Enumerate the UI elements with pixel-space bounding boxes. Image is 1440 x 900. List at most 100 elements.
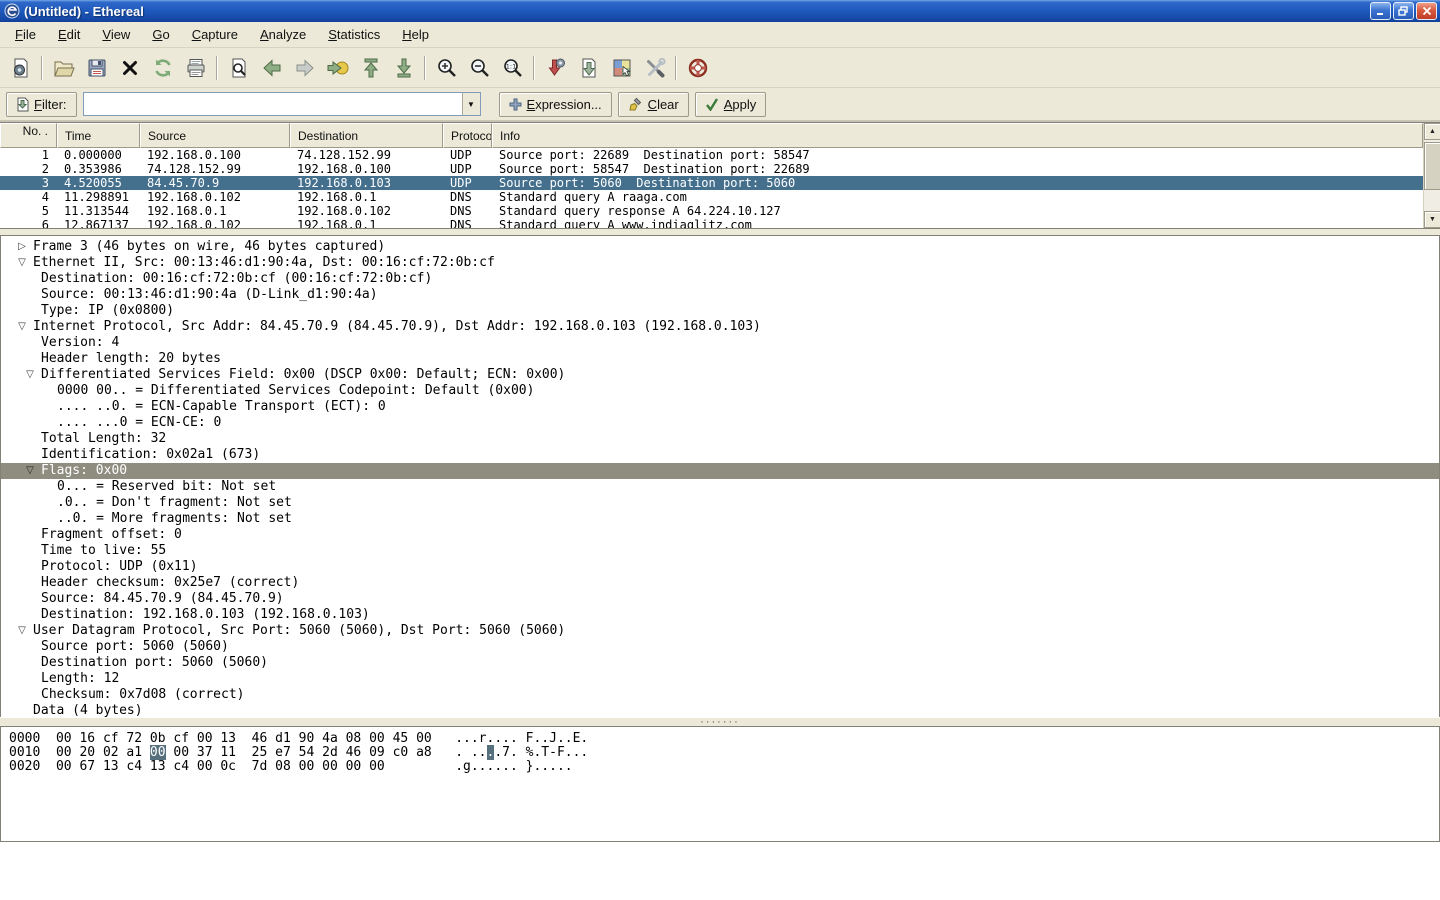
scroll-down-icon[interactable]: ▼ bbox=[1424, 211, 1440, 228]
reload-capture-icon[interactable] bbox=[146, 52, 179, 84]
packet-row[interactable]: 10.000000192.168.0.10074.128.152.99UDPSo… bbox=[0, 148, 1423, 162]
expander-expanded-icon[interactable]: ▽ bbox=[11, 319, 33, 335]
close-button[interactable] bbox=[1416, 2, 1437, 20]
clear-button[interactable]: Clear bbox=[618, 92, 689, 117]
detail-line[interactable]: Data (4 bytes) bbox=[1, 703, 1439, 717]
menu-file[interactable]: File bbox=[4, 24, 47, 45]
protocol-cell: DNS bbox=[443, 204, 492, 218]
menu-analyze[interactable]: Analyze bbox=[249, 24, 317, 45]
filter-combobox[interactable]: ▼ bbox=[83, 92, 481, 116]
titlebar[interactable]: (Untitled) - Ethereal bbox=[0, 0, 1440, 22]
detail-line[interactable]: ▽Flags: 0x00 bbox=[1, 463, 1439, 479]
display-filters-icon[interactable] bbox=[572, 52, 605, 84]
detail-text: Data (4 bytes) bbox=[33, 703, 143, 717]
coloring-rules-icon[interactable] bbox=[605, 52, 638, 84]
column-header-source[interactable]: Source bbox=[140, 123, 290, 148]
detail-line[interactable]: Header length: 20 bytes bbox=[1, 351, 1439, 367]
expander-collapsed-icon[interactable]: ▷ bbox=[11, 239, 33, 255]
hex-row[interactable]: 0000 00 16 cf 72 0b cf 00 13 46 d1 90 4a… bbox=[9, 732, 1439, 746]
detail-line[interactable]: Type: IP (0x0800) bbox=[1, 303, 1439, 319]
filter-dropdown-button[interactable]: ▼ bbox=[462, 93, 480, 115]
apply-button[interactable]: Apply bbox=[695, 92, 767, 117]
detail-line[interactable]: Source: 00:13:46:d1:90:4a (D-Link_d1:90:… bbox=[1, 287, 1439, 303]
packet-row[interactable]: 411.298891192.168.0.102192.168.0.1DNSSta… bbox=[0, 190, 1423, 204]
detail-line[interactable]: Destination: 192.168.0.103 (192.168.0.10… bbox=[1, 607, 1439, 623]
expression-button[interactable]: Expression... bbox=[499, 92, 612, 117]
detail-line[interactable]: ▽User Datagram Protocol, Src Port: 5060 … bbox=[1, 623, 1439, 639]
go-to-bottom-icon[interactable] bbox=[387, 52, 420, 84]
minimize-button[interactable] bbox=[1370, 2, 1391, 20]
packet-row[interactable]: 511.313544192.168.0.1192.168.0.102DNSSta… bbox=[0, 204, 1423, 218]
detail-line[interactable]: Total Length: 32 bbox=[1, 431, 1439, 447]
help-icon[interactable] bbox=[681, 52, 714, 84]
close-capture-icon[interactable] bbox=[113, 52, 146, 84]
detail-line[interactable]: Fragment offset: 0 bbox=[1, 527, 1439, 543]
detail-line[interactable]: Header checksum: 0x25e7 (correct) bbox=[1, 575, 1439, 591]
capture-interfaces-icon[interactable] bbox=[4, 52, 37, 84]
restore-button[interactable] bbox=[1393, 2, 1414, 20]
filter-button[interactable]: Filter: bbox=[6, 92, 77, 117]
source-cell: 74.128.152.99 bbox=[140, 162, 290, 176]
column-header-destination[interactable]: Destination bbox=[290, 123, 443, 148]
detail-line[interactable]: ▷Frame 3 (46 bytes on wire, 46 bytes cap… bbox=[1, 239, 1439, 255]
filter-input[interactable] bbox=[84, 93, 462, 115]
detail-line[interactable]: .0.. = Don't fragment: Not set bbox=[1, 495, 1439, 511]
hex-row[interactable]: 0020 00 67 13 c4 13 c4 00 0c 7d 08 00 00… bbox=[9, 760, 1439, 774]
menu-capture[interactable]: Capture bbox=[181, 24, 249, 45]
open-capture-icon[interactable] bbox=[47, 52, 80, 84]
detail-line[interactable]: ..0. = More fragments: Not set bbox=[1, 511, 1439, 527]
zoom-in-icon[interactable] bbox=[430, 52, 463, 84]
menu-statistics[interactable]: Statistics bbox=[317, 24, 391, 45]
detail-line[interactable]: Version: 4 bbox=[1, 335, 1439, 351]
preferences-icon[interactable] bbox=[638, 52, 671, 84]
packet-list-scrollbar[interactable]: ▲ ▼ bbox=[1423, 123, 1440, 228]
details-hex-splitter[interactable]: ······· bbox=[0, 717, 1440, 726]
detail-line[interactable]: Protocol: UDP (0x11) bbox=[1, 559, 1439, 575]
scroll-up-icon[interactable]: ▲ bbox=[1424, 123, 1440, 140]
expander-expanded-icon[interactable]: ▽ bbox=[11, 255, 33, 271]
packet-row[interactable]: 20.35398674.128.152.99192.168.0.100UDPSo… bbox=[0, 162, 1423, 176]
zoom-normal-icon[interactable]: 1:1 bbox=[496, 52, 529, 84]
column-header-time[interactable]: Time bbox=[57, 123, 140, 148]
expander-expanded-icon[interactable]: ▽ bbox=[19, 367, 41, 383]
detail-line[interactable]: Checksum: 0x7d08 (correct) bbox=[1, 687, 1439, 703]
menu-view[interactable]: View bbox=[91, 24, 141, 45]
packet-row[interactable]: 612.867137192.168.0.102192.168.0.1DNSSta… bbox=[0, 218, 1423, 228]
zoom-out-icon[interactable] bbox=[463, 52, 496, 84]
detail-line[interactable]: Time to live: 55 bbox=[1, 543, 1439, 559]
detail-line[interactable]: .... ..0. = ECN-Capable Transport (ECT):… bbox=[1, 399, 1439, 415]
packet-row[interactable]: 34.52005584.45.70.9192.168.0.103UDPSourc… bbox=[0, 176, 1423, 190]
detail-line[interactable]: Destination port: 5060 (5060) bbox=[1, 655, 1439, 671]
detail-line[interactable]: Identification: 0x02a1 (673) bbox=[1, 447, 1439, 463]
detail-line[interactable]: Length: 12 bbox=[1, 671, 1439, 687]
expander-expanded-icon[interactable]: ▽ bbox=[11, 623, 33, 639]
column-header-no[interactable]: No. . bbox=[0, 123, 57, 148]
hex-row[interactable]: 0010 00 20 02 a1 00 00 37 11 25 e7 54 2d… bbox=[9, 746, 1439, 760]
detail-line[interactable]: Source: 84.45.70.9 (84.45.70.9) bbox=[1, 591, 1439, 607]
detail-line[interactable]: Source port: 5060 (5060) bbox=[1, 639, 1439, 655]
print-icon[interactable] bbox=[179, 52, 212, 84]
column-header-protocol[interactable]: Protocol bbox=[443, 123, 492, 148]
detail-line[interactable]: Destination: 00:16:cf:72:0b:cf (00:16:cf… bbox=[1, 271, 1439, 287]
capture-filters-icon[interactable] bbox=[539, 52, 572, 84]
detail-line[interactable]: 0000 00.. = Differentiated Services Code… bbox=[1, 383, 1439, 399]
menu-help[interactable]: Help bbox=[391, 24, 440, 45]
menu-go[interactable]: Go bbox=[141, 24, 180, 45]
detail-line[interactable]: .... ...0 = ECN-CE: 0 bbox=[1, 415, 1439, 431]
go-back-icon[interactable] bbox=[255, 52, 288, 84]
menu-edit[interactable]: Edit bbox=[47, 24, 91, 45]
save-capture-icon[interactable] bbox=[80, 52, 113, 84]
detail-line[interactable]: ▽Ethernet II, Src: 00:13:46:d1:90:4a, Ds… bbox=[1, 255, 1439, 271]
go-forward-icon[interactable] bbox=[288, 52, 321, 84]
detail-text: User Datagram Protocol, Src Port: 5060 (… bbox=[33, 623, 565, 639]
go-to-packet-icon[interactable] bbox=[321, 52, 354, 84]
expander-spacer bbox=[19, 639, 41, 655]
detail-line[interactable]: ▽Internet Protocol, Src Addr: 84.45.70.9… bbox=[1, 319, 1439, 335]
detail-line[interactable]: 0... = Reserved bit: Not set bbox=[1, 479, 1439, 495]
column-header-info[interactable]: Info bbox=[492, 123, 1423, 148]
go-to-top-icon[interactable] bbox=[354, 52, 387, 84]
find-packet-icon[interactable] bbox=[222, 52, 255, 84]
expander-expanded-icon[interactable]: ▽ bbox=[19, 463, 41, 479]
scrollbar-thumb[interactable] bbox=[1424, 142, 1440, 190]
detail-line[interactable]: ▽Differentiated Services Field: 0x00 (DS… bbox=[1, 367, 1439, 383]
